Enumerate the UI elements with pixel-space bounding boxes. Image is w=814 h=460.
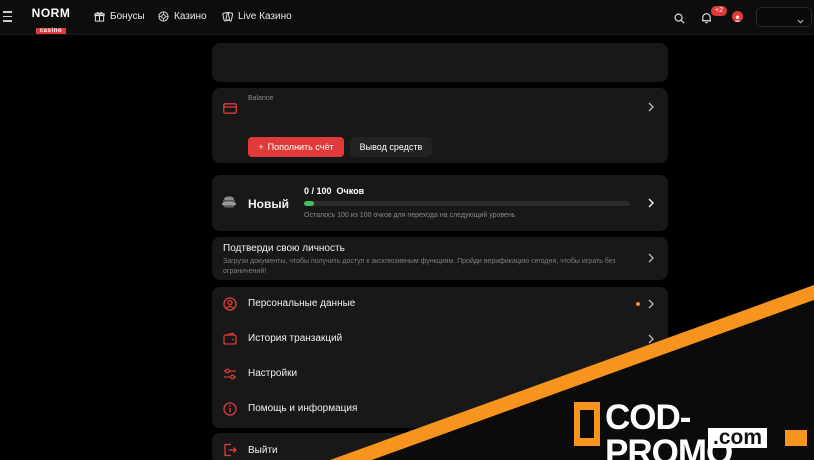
search-icon[interactable] bbox=[674, 11, 685, 29]
balance-card: Balance + Пополнить счёт Вывод средств bbox=[212, 88, 668, 163]
wallet-icon bbox=[223, 332, 237, 346]
profile-card bbox=[212, 43, 668, 82]
verify-text: Загрузи документы, чтобы получить доступ… bbox=[223, 258, 616, 275]
top-header: NORM casino Бонусы Казино Live Казино +2 bbox=[0, 0, 814, 35]
gift-icon bbox=[94, 12, 105, 22]
chevron-right-icon bbox=[648, 334, 654, 344]
topup-button[interactable]: + Пополнить счёт bbox=[248, 137, 344, 157]
points-value: 0 / 100 bbox=[304, 186, 332, 196]
logout-label: Выйти bbox=[248, 445, 278, 456]
account-menu: Персональные данные История транзакций Н… bbox=[212, 287, 668, 428]
nav-bonuses-label: Бонусы bbox=[110, 11, 145, 22]
account-dropdown[interactable] bbox=[756, 7, 812, 27]
plus-icon: + bbox=[258, 142, 264, 152]
menu-item-transactions[interactable]: История транзакций bbox=[212, 322, 668, 357]
chevron-down-icon bbox=[797, 12, 804, 30]
menu-item-personal-data[interactable]: Персональные данные bbox=[212, 287, 668, 322]
cards-icon bbox=[222, 12, 233, 22]
menu-item-settings[interactable]: Настройки bbox=[212, 357, 668, 392]
progress-note: Осталось 100 из 100 очков для перехода н… bbox=[304, 212, 516, 219]
logo-subtext: casino bbox=[35, 28, 67, 34]
verify-title: Подтверди свою личность bbox=[223, 243, 345, 254]
menu-item-label: Помощь и информация bbox=[248, 403, 358, 414]
level-progress-fill bbox=[304, 201, 314, 206]
balance-label: Balance bbox=[248, 95, 274, 102]
sliders-icon bbox=[223, 367, 237, 381]
nav-casino-label: Казино bbox=[174, 11, 207, 22]
chevron-right-icon[interactable] bbox=[648, 198, 654, 208]
level-progress-bar bbox=[304, 201, 630, 206]
nav-live-casino-label: Live Казино bbox=[238, 11, 292, 22]
logout-card[interactable]: Выйти bbox=[212, 433, 668, 460]
nav-bonuses[interactable]: Бонусы bbox=[94, 11, 145, 22]
menu-item-label: История транзакций bbox=[248, 333, 343, 344]
menu-icon[interactable] bbox=[3, 11, 12, 22]
menu-item-help[interactable]: Помощь и информация bbox=[212, 392, 668, 427]
watermark-subtext: .com bbox=[708, 427, 768, 448]
status-dot bbox=[636, 302, 640, 306]
avatar[interactable] bbox=[732, 11, 743, 22]
level-name: Новый bbox=[248, 197, 289, 211]
logout-icon bbox=[223, 443, 237, 457]
menu-item-label: Персональные данные bbox=[248, 298, 356, 309]
topup-label: Пополнить счёт bbox=[267, 142, 334, 152]
withdraw-button[interactable]: Вывод средств bbox=[350, 137, 432, 157]
bell-icon[interactable] bbox=[701, 11, 712, 29]
level-badge-icon bbox=[221, 195, 237, 209]
user-circle-icon bbox=[223, 297, 237, 311]
nav-live-casino[interactable]: Live Казино bbox=[222, 11, 292, 22]
chevron-right-icon bbox=[648, 299, 654, 309]
chevron-right-icon[interactable] bbox=[648, 253, 654, 263]
points-word: Очков bbox=[336, 186, 365, 196]
logout-button[interactable]: Выйти bbox=[212, 433, 668, 460]
menu-item-label: Настройки bbox=[248, 368, 298, 379]
user-icon bbox=[734, 15, 741, 22]
notification-badge: +2 bbox=[711, 6, 727, 16]
level-card[interactable]: Новый 0 / 100 Очков Осталось 100 из 100 о… bbox=[212, 175, 668, 231]
logo[interactable]: NORM casino bbox=[28, 6, 74, 34]
credit-card-icon bbox=[223, 101, 237, 114]
nav-casino[interactable]: Казино bbox=[158, 11, 207, 22]
points-readout: 0 / 100 Очков bbox=[304, 186, 364, 196]
chevron-right-icon[interactable] bbox=[648, 102, 654, 112]
verify-card[interactable]: Подтверди свою личность Загрузи документ… bbox=[212, 237, 668, 280]
chip-icon bbox=[158, 11, 169, 22]
info-icon bbox=[223, 402, 237, 416]
logo-text: NORM bbox=[31, 6, 71, 20]
